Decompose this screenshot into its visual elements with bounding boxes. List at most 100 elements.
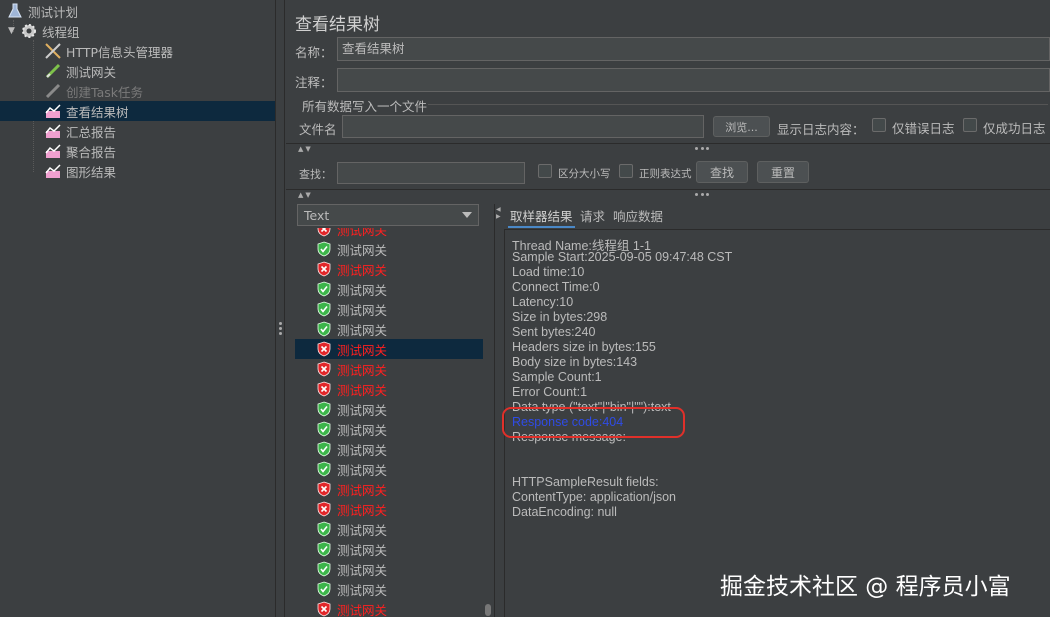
- scrollbar-thumb[interactable]: [485, 604, 491, 616]
- divider: [286, 143, 1050, 144]
- splitter-grip-icon[interactable]: [695, 193, 709, 197]
- result-row-label: 测试网关: [337, 362, 388, 378]
- result-detail-line: Latency:10: [512, 295, 574, 309]
- result-row-label: 测试网关: [337, 382, 388, 398]
- result-list-scrollbar[interactable]: [484, 228, 492, 617]
- success-shield-icon: [317, 561, 331, 577]
- tree-item-view-results-tree[interactable]: 查看结果树: [0, 101, 275, 121]
- tree-item-graph-results[interactable]: 图形结果: [44, 161, 116, 181]
- result-row-label: 测试网关: [337, 442, 388, 458]
- result-row[interactable]: 测试网关: [295, 379, 483, 399]
- result-row[interactable]: 测试网关: [295, 499, 483, 519]
- search-label: 查找：: [299, 168, 332, 181]
- error-shield-icon: [317, 501, 331, 517]
- result-row-label: 测试网关: [337, 322, 388, 338]
- result-row[interactable]: 测试网关: [295, 539, 483, 559]
- active-tab-indicator: [508, 226, 575, 228]
- result-row-label: 测试网关: [337, 302, 388, 318]
- success-shield-icon: [317, 281, 331, 297]
- splitter-grip-icon[interactable]: [695, 147, 709, 151]
- pipette-icon: [44, 62, 62, 80]
- tab-request[interactable]: 请求: [580, 206, 605, 225]
- file-group-title: 所有数据写入一个文件: [302, 99, 428, 114]
- result-row[interactable]: 测试网关: [295, 319, 483, 339]
- comment-field[interactable]: [337, 68, 1050, 92]
- success-shield-icon: [317, 521, 331, 537]
- filename-label: 文件名: [299, 122, 337, 137]
- result-row[interactable]: 测试网关: [295, 239, 483, 259]
- tree-item-aggregate-report[interactable]: 聚合报告: [44, 141, 116, 161]
- errors-only-label: 仅错误日志: [892, 121, 955, 136]
- chevron-down-icon[interactable]: ▼: [8, 26, 20, 36]
- result-detail-line: Load time:10: [512, 265, 585, 279]
- pipette-icon: [44, 82, 62, 100]
- error-shield-icon: [317, 361, 331, 377]
- result-row-label: 测试网关: [337, 462, 388, 478]
- tab-sampler-result[interactable]: 取样器结果: [510, 206, 573, 225]
- listener-chart-icon: [44, 142, 62, 160]
- tree-item-label: 测试网关: [66, 64, 117, 80]
- result-detail-line: Sample Count:1: [512, 370, 602, 384]
- collapse-arrows-icon[interactable]: ▲▼: [298, 145, 313, 153]
- result-detail-line: DataEncoding: null: [512, 505, 617, 519]
- result-row[interactable]: 测试网关: [295, 359, 483, 379]
- tree-item-thread-group[interactable]: ▼ 线程组: [8, 21, 80, 41]
- collapse-arrows-icon[interactable]: ▲▼: [298, 191, 313, 199]
- success-only-checkbox[interactable]: [963, 118, 977, 132]
- result-detail-line: Error Count:1: [512, 385, 588, 399]
- tree-item-test-plan[interactable]: 测试计划: [6, 1, 78, 21]
- tree-item-create-task[interactable]: 创建Task任务: [44, 81, 143, 101]
- main-splitter[interactable]: [276, 0, 285, 617]
- comment-label: 注释：: [295, 75, 333, 90]
- success-shield-icon: [317, 421, 331, 437]
- sample-result-list[interactable]: 测试网关 测试网关 测试网关 测试网关 测试网关 测试网关 测试网关 测试网关 测试网关 测试网关…: [295, 228, 483, 617]
- result-row[interactable]: 测试网关: [295, 579, 483, 599]
- listener-chart-icon: [44, 102, 62, 120]
- result-row-label: 测试网关: [337, 562, 388, 578]
- group-border: [428, 104, 1048, 105]
- result-row[interactable]: 测试网关: [295, 279, 483, 299]
- success-shield-icon: [317, 401, 331, 417]
- tab-response-data[interactable]: 响应数据: [613, 206, 663, 225]
- find-button[interactable]: 查找: [696, 161, 748, 183]
- result-row-label: 测试网关: [337, 262, 388, 278]
- case-sensitive-checkbox[interactable]: [538, 164, 552, 178]
- name-field[interactable]: 查看结果树: [337, 37, 1050, 61]
- browse-button[interactable]: 浏览...: [713, 116, 770, 137]
- result-row[interactable]: 测试网关: [295, 399, 483, 419]
- name-label: 名称：: [295, 45, 333, 60]
- result-detail-line: Sent bytes:240: [512, 325, 596, 339]
- result-row-label: 测试网关: [337, 522, 388, 538]
- reset-button[interactable]: 重置: [757, 161, 809, 183]
- result-row[interactable]: 测试网关: [295, 339, 483, 359]
- result-detail-line: Body size in bytes:143: [512, 355, 638, 369]
- view-results-tree-panel: 查看结果树 名称： 查看结果树 注释： 所有数据写入一个文件 文件名 浏览...…: [286, 0, 1050, 617]
- result-row[interactable]: 测试网关: [295, 599, 483, 617]
- success-only-label: 仅成功日志: [983, 121, 1046, 136]
- result-row[interactable]: 测试网关: [295, 439, 483, 459]
- regex-checkbox[interactable]: [619, 164, 633, 178]
- tree-item-http-header-manager[interactable]: HTTP信息头管理器: [44, 41, 173, 61]
- result-row[interactable]: 测试网关: [295, 419, 483, 439]
- tree-item-test-gateway[interactable]: 测试网关: [44, 61, 116, 81]
- listener-chart-icon: [44, 162, 62, 180]
- test-plan-tree[interactable]: 测试计划 ▼ 线程组 HTTP信息头管理器 测试网关 创建Task任务 查看结果…: [0, 0, 276, 617]
- highlight-annotation: [502, 407, 685, 438]
- result-row[interactable]: 测试网关: [295, 559, 483, 579]
- success-shield-icon: [317, 581, 331, 597]
- result-row[interactable]: 测试网关: [295, 519, 483, 539]
- log-content-label: 显示日志内容：: [777, 122, 865, 137]
- tree-item-summary-report[interactable]: 汇总报告: [44, 121, 116, 141]
- result-row-label: 测试网关: [337, 582, 388, 598]
- search-input[interactable]: [337, 162, 525, 184]
- result-row[interactable]: 测试网关: [295, 299, 483, 319]
- result-row[interactable]: 测试网关: [295, 259, 483, 279]
- result-row[interactable]: 测试网关: [295, 459, 483, 479]
- errors-only-checkbox[interactable]: [872, 118, 886, 132]
- filename-input[interactable]: [342, 115, 704, 138]
- result-row[interactable]: 测试网关: [295, 228, 483, 239]
- collapse-arrows-icon[interactable]: ◀ ▶: [496, 206, 501, 220]
- renderer-select[interactable]: Text: [297, 204, 479, 226]
- result-detail-line: Size in bytes:298: [512, 310, 608, 324]
- result-row[interactable]: 测试网关: [295, 479, 483, 499]
